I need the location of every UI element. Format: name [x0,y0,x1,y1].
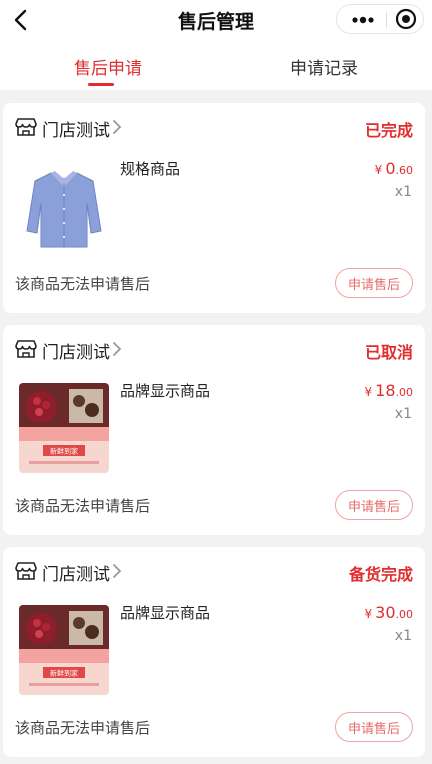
top-navbar: 售后管理 [0,0,432,40]
tab-bar: 售后申请 申请记录 [0,40,432,90]
after-sale-note: 该商品无法申请售后 [15,719,151,737]
product-quantity: x1 [394,406,412,422]
product-quantity: x1 [394,184,412,200]
after-sale-note: 该商品无法申请售后 [15,275,151,293]
miniapp-capsule [336,4,424,34]
product-image-dessert[interactable]: 新鲜到家 [19,383,109,473]
chevron-right-icon [113,120,122,134]
order-status: 已完成 [364,121,413,140]
store-name[interactable]: 门店测试 [42,560,110,585]
product-image-dessert[interactable]: 新鲜到家 [19,605,109,695]
svg-text:新鲜到家: 新鲜到家 [50,447,78,456]
store-icon [15,118,37,136]
svg-text:新鲜到家: 新鲜到家 [50,669,78,678]
product-price: ¥18.00 [364,381,414,400]
chevron-right-icon [113,564,122,578]
tab-apply-records[interactable]: 申请记录 [216,54,432,79]
tab-after-sale-apply[interactable]: 售后申请 [0,54,216,79]
order-card: 门店测试 已取消 新鲜到家 品牌显示商品 ¥18.00 x1 该商品无法申请售后… [3,325,425,535]
order-status: 已取消 [364,343,413,362]
apply-after-sale-button[interactable]: 申请售后 [335,490,413,520]
capsule-divider [386,12,387,28]
product-price: ¥0.60 [374,159,413,178]
after-sale-note: 该商品无法申请售后 [15,497,151,515]
product-name: 品牌显示商品 [120,604,211,622]
chevron-right-icon [113,342,122,356]
product-price: ¥30.00 [364,603,414,622]
apply-after-sale-button[interactable]: 申请售后 [335,712,413,742]
store-name[interactable]: 门店测试 [42,338,110,363]
product-name: 规格商品 [120,160,181,178]
store-name[interactable]: 门店测试 [42,116,110,141]
product-quantity: x1 [394,628,412,644]
order-card: 门店测试 已完成 规格商品 ¥0.60 x1 该商品无法申请售后 申请售后 [3,103,425,313]
product-image-shirt[interactable] [19,161,109,251]
product-name: 品牌显示商品 [120,382,211,400]
order-card: 门店测试 备货完成 新鲜到家 品牌显示商品 ¥30.00 x1 该商品无法申请售… [3,547,425,757]
target-icon[interactable] [395,8,417,30]
store-icon [15,562,37,580]
store-icon [15,340,37,358]
order-status: 备货完成 [348,565,413,584]
more-dots-icon[interactable] [351,13,375,27]
apply-after-sale-button[interactable]: 申请售后 [335,268,413,298]
active-tab-indicator [88,83,114,86]
